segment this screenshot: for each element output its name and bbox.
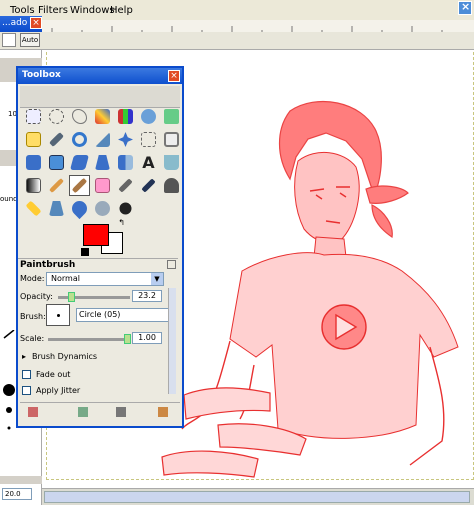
scale-value[interactable]: 1.00 — [132, 332, 162, 344]
menu-filters[interactable]: Filters — [38, 5, 68, 16]
reset-options-icon[interactable] — [158, 407, 168, 417]
brush-name-field: Circle (05) — [76, 308, 170, 322]
rotate-icon[interactable] — [23, 152, 44, 173]
clone-icon[interactable] — [161, 175, 182, 196]
size-field[interactable]: 20.0 — [2, 488, 32, 500]
mode-value: Normal — [51, 274, 80, 283]
swap-colors-icon[interactable]: ↰ — [118, 218, 125, 227]
apply-jitter-checkbox[interactable] — [22, 386, 31, 395]
rect-select-icon[interactable] — [23, 106, 44, 127]
menu-help[interactable]: Help — [110, 5, 133, 16]
foreground-color-swatch[interactable] — [83, 224, 109, 246]
color-picker-icon[interactable] — [46, 129, 67, 150]
apply-jitter-label: Apply Jitter — [36, 386, 81, 395]
text-icon[interactable]: A — [138, 152, 159, 173]
dock-fragment-text: ound — [0, 195, 18, 203]
default-colors-icon[interactable] — [81, 248, 89, 256]
menu-tools[interactable]: Tools — [10, 5, 35, 16]
paintbrush-icon[interactable] — [69, 175, 90, 196]
fade-out-label: Fade out — [36, 370, 71, 379]
expander-icon[interactable]: ▸ — [22, 352, 26, 361]
scale-slider[interactable] — [48, 338, 130, 341]
color-swatches: ↰ — [81, 218, 125, 256]
mode-select[interactable]: Normal ▼ — [46, 272, 164, 286]
brush-label: Brush: — [20, 312, 46, 321]
brush-preview[interactable] — [46, 304, 70, 326]
flip-icon[interactable] — [115, 152, 136, 173]
toolbar-row — [0, 32, 474, 50]
toolbox-title: Toolbox — [18, 68, 182, 84]
bucket-fill-icon[interactable] — [161, 152, 182, 173]
move-icon[interactable] — [115, 129, 136, 150]
save-options-icon[interactable] — [28, 407, 38, 417]
opacity-value[interactable]: 23.2 — [132, 290, 162, 302]
menubar: Tools Filters Windows Help — [0, 0, 474, 20]
toolbox-window: Toolbox × A ↰ Paintbrush Mode: Normal ▼ … — [16, 66, 184, 428]
blend-icon[interactable] — [23, 175, 44, 196]
scale-label: Scale: — [20, 334, 45, 343]
pencil-icon[interactable] — [46, 175, 67, 196]
auto-button[interactable]: Auto — [20, 33, 40, 47]
perspective-clone-icon[interactable] — [46, 198, 67, 219]
dodge-burn-icon[interactable] — [115, 198, 136, 219]
mode-label: Mode: — [20, 274, 45, 283]
fade-out-checkbox[interactable] — [22, 370, 31, 379]
toolbox-bottom-bar — [20, 402, 180, 422]
fuzzy-select-icon[interactable] — [92, 106, 113, 127]
scale-slider-thumb[interactable] — [124, 334, 131, 344]
ink-icon[interactable] — [138, 175, 159, 196]
eraser-icon[interactable] — [92, 175, 113, 196]
scroll-thumb[interactable] — [44, 491, 470, 503]
shear-icon[interactable] — [69, 152, 90, 173]
restore-options-icon[interactable] — [78, 407, 88, 417]
color-select-icon[interactable] — [115, 106, 136, 127]
blur-icon[interactable] — [68, 197, 91, 220]
dock-menu-button[interactable] — [2, 33, 16, 47]
close-icon[interactable] — [458, 0, 472, 15]
heal-icon[interactable] — [23, 198, 44, 219]
options-menu-icon[interactable] — [167, 260, 176, 269]
paths-icon[interactable] — [23, 129, 44, 150]
menu-windows[interactable]: Windows — [70, 5, 115, 16]
align-icon[interactable] — [138, 129, 159, 150]
measure-icon[interactable] — [92, 129, 113, 150]
tool-options-panel: Paintbrush Mode: Normal ▼ Opacity: 23.2 B… — [18, 258, 178, 396]
airbrush-icon[interactable] — [115, 175, 136, 196]
crop-icon[interactable] — [161, 129, 182, 150]
gimp-window: Tools Filters Windows Help × ...ado - ..… — [0, 0, 474, 505]
toolbox-header-graphic — [20, 86, 180, 108]
ellipse-select-icon[interactable] — [46, 106, 67, 127]
close-icon[interactable]: × — [168, 70, 180, 82]
smudge-icon[interactable] — [92, 198, 113, 219]
tool-options-title: Paintbrush — [20, 260, 76, 270]
perspective-icon[interactable] — [92, 152, 113, 173]
zoom-icon[interactable] — [69, 129, 90, 150]
divider — [18, 258, 178, 259]
delete-options-icon[interactable] — [116, 407, 126, 417]
left-dock-close-icon[interactable]: × — [30, 17, 42, 29]
chevron-down-icon: ▼ — [151, 273, 163, 285]
dock-section — [0, 476, 42, 484]
brush-dynamics-label[interactable]: Brush Dynamics — [32, 352, 97, 361]
brush-preview-list[interactable] — [2, 330, 16, 440]
opacity-slider-thumb[interactable] — [68, 292, 75, 302]
opacity-label: Opacity: — [20, 292, 53, 301]
horizontal-scrollbar[interactable] — [42, 488, 474, 505]
lasso-icon[interactable] — [69, 106, 90, 127]
foreground-select-icon[interactable] — [161, 106, 182, 127]
scale-icon[interactable] — [46, 152, 67, 173]
scissors-icon[interactable] — [138, 106, 159, 127]
tool-grid: A — [23, 106, 184, 221]
options-scrollbar[interactable] — [168, 288, 176, 394]
